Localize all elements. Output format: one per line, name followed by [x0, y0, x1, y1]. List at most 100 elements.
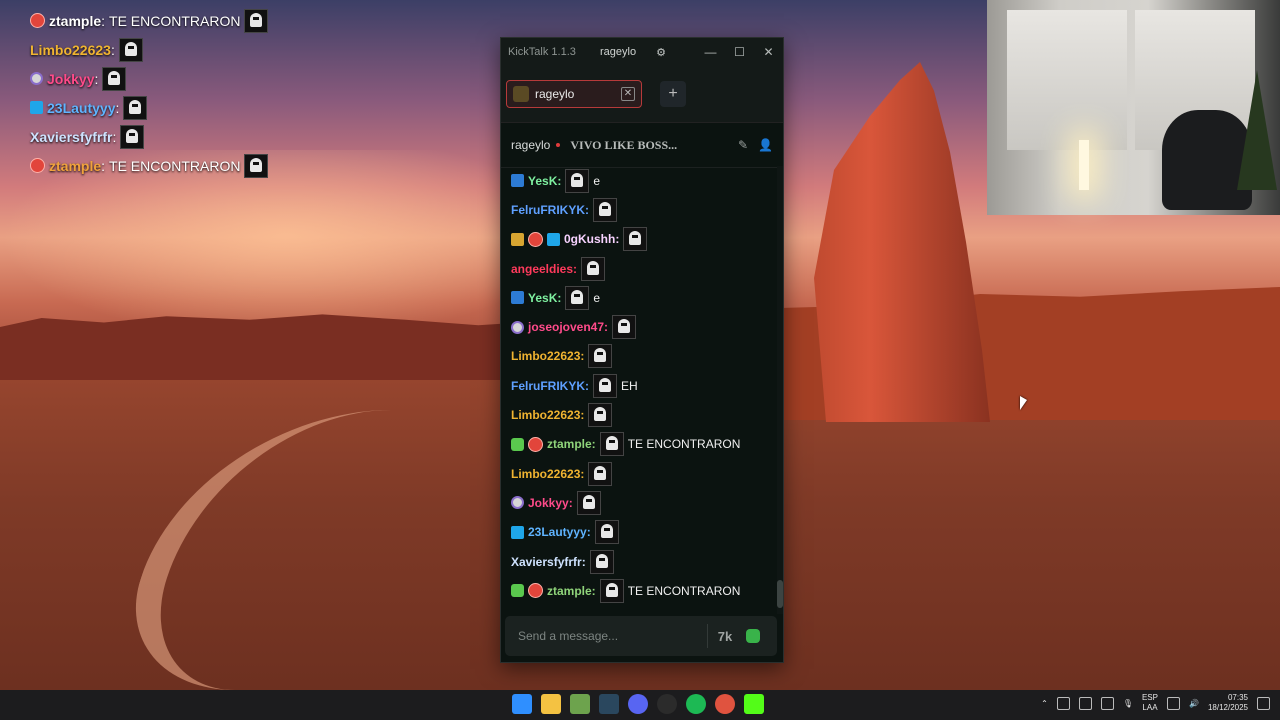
live-indicator-icon [556, 143, 561, 147]
stream-chat-overlay: ztample: TE ENCONTRARON Limbo22623: Jokkyy:… [30, 6, 269, 180]
windows-start-icon[interactable] [512, 694, 532, 714]
red-badge-icon [30, 13, 45, 28]
stream-title: VIVO LIKE BOSS... [570, 137, 678, 152]
red-badge-icon [30, 158, 45, 173]
tray-chevron-icon[interactable]: ⌃ [1041, 699, 1048, 708]
logged-in-user[interactable]: rageylo [600, 46, 650, 58]
chat-message[interactable]: angeeldies: [501, 254, 773, 283]
title-bar: KickTalk 1.1.3 rageylo ⚙ — ☐ ✕ [501, 38, 783, 66]
gold-badge-icon [511, 232, 524, 246]
minecraft-icon[interactable] [570, 694, 590, 714]
chat-username[interactable]: YesK: [528, 291, 561, 305]
discord-icon[interactable] [628, 694, 648, 714]
chat-message[interactable]: YesK: e [501, 166, 773, 195]
tray-sync-icon[interactable] [1056, 696, 1070, 710]
chat-username[interactable]: Limbo22623: [511, 467, 584, 481]
clock-time: 07:35 [1227, 693, 1248, 702]
spotify-icon[interactable] [686, 694, 706, 714]
chat-username[interactable]: joseojoven47: [528, 320, 608, 334]
chat-username[interactable]: Xaviersfyfrfr: [511, 555, 586, 569]
chat-username[interactable]: ztample: [547, 437, 596, 451]
chat-username[interactable]: FelruFRIKYK: [511, 203, 589, 217]
chrome-icon[interactable] [715, 694, 735, 714]
chat-message[interactable]: joseojoven47: [501, 312, 773, 341]
verified-badge-icon [511, 437, 524, 451]
volume-icon[interactable]: 🔊 [1189, 699, 1199, 708]
og-badge-icon [511, 496, 524, 510]
notifications-icon[interactable] [1257, 696, 1270, 710]
overlay-separator: : [101, 157, 106, 174]
ghost-emote-icon [588, 403, 613, 428]
close-button[interactable]: ✕ [754, 45, 783, 59]
chat-message[interactable]: ztample: TE ENCONTRARON [501, 430, 773, 459]
user-icon[interactable]: 👤 [758, 138, 773, 152]
overlay-username: 23Lautyyy [47, 99, 116, 116]
tab-rageylo[interactable]: rageylo ✕ [506, 80, 642, 108]
chat-message[interactable]: FelruFRIKYK: [501, 195, 773, 224]
maximize-button[interactable]: ☐ [725, 45, 754, 59]
overlay-chat-message: Xaviersfyfrfr: [30, 122, 268, 151]
chat-username[interactable]: FelruFRIKYK: [511, 379, 589, 393]
language-indicator[interactable]: ESP LAA [1142, 693, 1158, 713]
chatgpt-icon[interactable] [657, 694, 677, 714]
webcam-overlay [987, 0, 1280, 215]
overlay-separator: : [94, 70, 99, 87]
overlay-username: Xaviersfyfrfr [30, 128, 113, 145]
subscriber-cube-icon [511, 525, 524, 539]
chat-username[interactable]: angeeldies: [511, 262, 577, 276]
pin-icon[interactable]: ✎ [738, 138, 748, 152]
chat-message[interactable]: 23Lautyyy: [501, 518, 773, 547]
chat-message[interactable]: 0gKushh: [501, 225, 773, 254]
settings-gear-icon[interactable]: ⚙ [650, 46, 672, 59]
steam-icon[interactable] [599, 694, 619, 714]
chat-username[interactable]: Limbo22623: [511, 408, 584, 422]
verified-badge-icon [511, 584, 524, 598]
chat-username[interactable]: ztample: [547, 584, 596, 598]
emote-picker-icon[interactable] [746, 629, 760, 643]
chat-username[interactable]: Jokkyy: [528, 496, 573, 510]
add-tab-button[interactable]: + [660, 81, 686, 107]
kick-icon[interactable] [744, 694, 764, 714]
close-tab-icon[interactable]: ✕ [621, 87, 635, 101]
ghost-emote-icon [123, 95, 148, 120]
chat-message[interactable]: Xaviersfyfrfr: [501, 547, 773, 576]
overlay-chat-message: 23Lautyyy: [30, 93, 268, 122]
network-icon[interactable] [1166, 696, 1180, 710]
file-explorer-icon[interactable] [541, 694, 561, 714]
chat-username[interactable]: YesK: [528, 174, 561, 188]
taskbar-app-icons [512, 694, 764, 714]
tray-app-icon[interactable] [1100, 696, 1114, 710]
chat-message-list[interactable]: YesK: e FelruFRIKYK: 0gKushh: angeeldies: Yes… [501, 166, 773, 614]
chat-message[interactable]: ztample: TE ENCONTRARON [501, 576, 773, 605]
minimize-button[interactable]: — [696, 45, 725, 59]
ghost-emote-icon [599, 432, 624, 457]
ghost-emote-icon [244, 8, 269, 33]
chat-message[interactable]: Limbo22623: [501, 400, 773, 429]
mouse-cursor-icon [1020, 396, 1027, 410]
kick-emote-button[interactable]: 7k [708, 629, 742, 644]
chat-message[interactable]: YesK: e [501, 283, 773, 312]
chat-message[interactable]: Limbo22623: [501, 459, 773, 488]
ghost-emote-icon [118, 37, 143, 62]
message-input[interactable]: Send a message... [505, 629, 707, 643]
scrollbar-thumb[interactable] [777, 580, 783, 608]
og-badge-icon [30, 72, 43, 85]
chat-message[interactable]: Jokkyy: [501, 488, 773, 517]
microphone-icon[interactable]: 🎙 [1123, 699, 1133, 708]
chat-username[interactable]: 0gKushh: [564, 232, 619, 246]
clock[interactable]: 07:35 18/12/2025 [1208, 693, 1248, 713]
overlay-message-text: TE ENCONTRARON [109, 12, 241, 29]
chat-username[interactable]: Limbo22623: [511, 349, 584, 363]
chat-scrollbar[interactable] [777, 166, 783, 614]
red-badge-icon [528, 231, 543, 247]
chat-message[interactable]: Limbo22623: [501, 342, 773, 371]
chat-username[interactable]: 23Lautyyy: [528, 525, 591, 539]
channel-name: rageylo [511, 138, 551, 152]
bolt-badge-icon [511, 174, 524, 188]
tray-defender-icon[interactable] [1078, 696, 1092, 710]
ghost-emote-icon [581, 256, 606, 281]
lang-bottom: LAA [1142, 703, 1158, 712]
red-badge-icon [528, 583, 543, 599]
chat-message[interactable]: FelruFRIKYK: EH [501, 371, 773, 400]
system-tray: ⌃ 🎙 ESP LAA 🔊 07:35 18/12/2025 [1041, 693, 1270, 713]
